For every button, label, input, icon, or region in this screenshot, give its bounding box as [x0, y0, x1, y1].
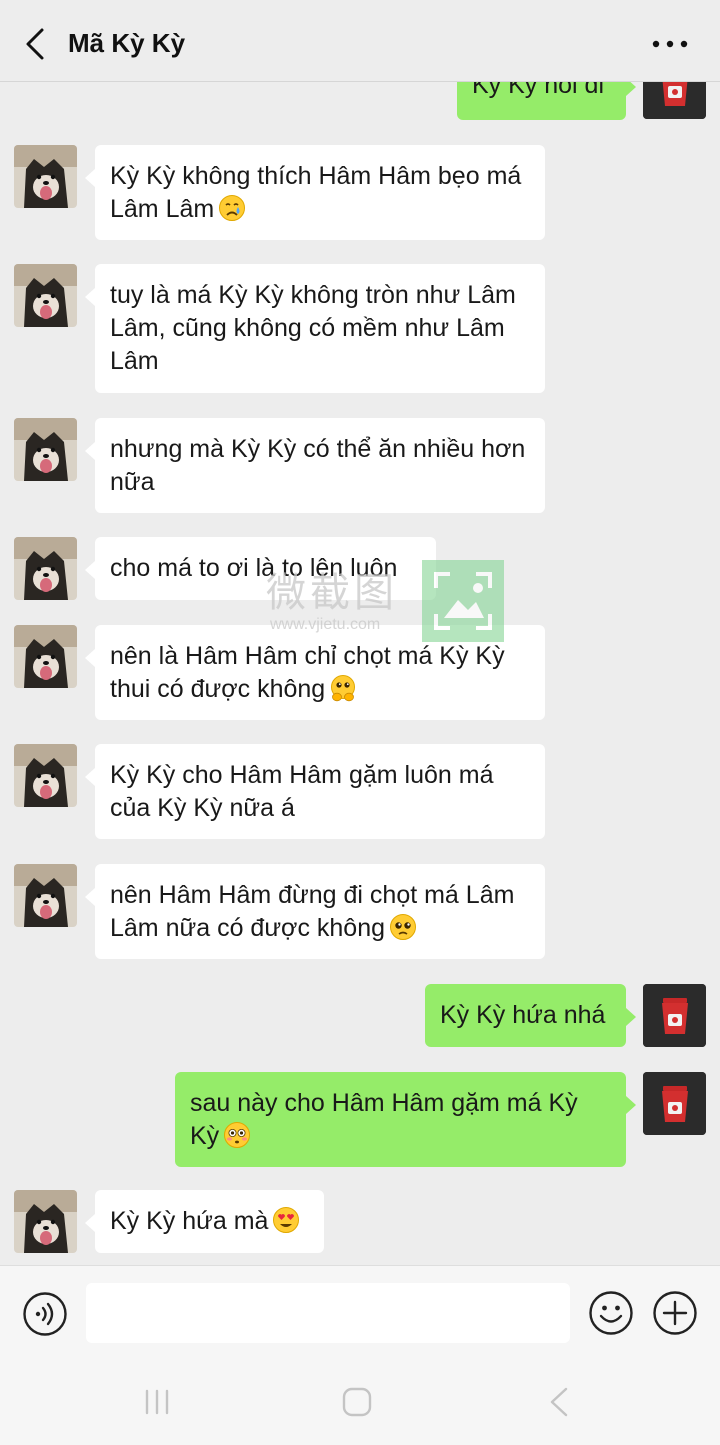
chat-header: Mã Kỳ Kỳ — [0, 0, 720, 82]
avatar-contact[interactable] — [14, 744, 77, 807]
avatar-contact[interactable] — [14, 864, 77, 927]
message-text: nên là Hâm Hâm chỉ chọt má Kỳ Kỳ thui có… — [110, 642, 505, 703]
crying-face-icon — [219, 195, 246, 221]
recent-apps-icon[interactable] — [140, 1387, 174, 1417]
input-bar — [0, 1265, 720, 1361]
message-bubble-outgoing[interactable]: sau này cho Hâm Hâm gặm má Kỳ Kỳ — [175, 1072, 636, 1167]
avatar-self[interactable] — [643, 82, 706, 119]
nav-back-icon[interactable] — [546, 1385, 572, 1419]
message-text: nên Hâm Hâm đừng đi chọt má Lâm Lâm nữa … — [110, 881, 515, 942]
avatar-contact[interactable] — [14, 418, 77, 481]
message-bubble-incoming[interactable]: cho má to ơi là to lên luôn — [85, 537, 436, 600]
message-text: cho má to ơi là to lên luôn — [110, 554, 398, 582]
avatar-self[interactable] — [643, 1072, 706, 1135]
message-bubble-incoming[interactable]: nhưng mà Kỳ Kỳ có thể ăn nhiều hơn nữa — [85, 418, 545, 513]
message-text: Kỳ Kỳ không thích Hâm Hâm bẹo má Lâm Lâm — [110, 162, 522, 223]
avatar-contact[interactable] — [14, 537, 77, 600]
message-text: tuy là má Kỳ Kỳ không tròn như Lâm Lâm, … — [110, 281, 516, 375]
message-input[interactable] — [86, 1283, 570, 1343]
more-functions-plus-icon[interactable] — [652, 1290, 698, 1336]
message-bubble-outgoing[interactable]: Kỳ Kỳ hứa nhá — [425, 984, 636, 1047]
message-bubble-incoming[interactable]: Kỳ Kỳ không thích Hâm Hâm bẹo má Lâm Lâm — [85, 145, 545, 240]
heart-eyes-face-icon — [273, 1207, 300, 1233]
chat-title: Mã Kỳ Kỳ — [68, 28, 186, 58]
message-bubble-incoming[interactable]: Kỳ Kỳ hứa mà — [85, 1190, 324, 1253]
message-bubble-incoming[interactable]: nên Hâm Hâm đừng đi chọt má Lâm Lâm nữa … — [85, 864, 545, 959]
avatar-self[interactable] — [643, 984, 706, 1047]
message-text: Kỳ Kỳ cho Hâm Hâm gặm luôn má của Kỳ Kỳ … — [110, 761, 494, 822]
message-text: nhưng mà Kỳ Kỳ có thể ăn nhiều hơn nữa — [110, 435, 526, 496]
system-nav-bar — [0, 1361, 720, 1445]
avatar-contact[interactable] — [14, 145, 77, 208]
avatar-contact[interactable] — [14, 264, 77, 327]
pleading-hands-face-icon — [331, 675, 356, 702]
message-text: Kỳ Kỳ hứa nhá — [440, 1001, 606, 1029]
avatar-contact[interactable] — [14, 1190, 77, 1253]
pleading-face-icon — [390, 914, 417, 940]
flushed-face-icon — [224, 1122, 251, 1148]
home-icon[interactable] — [340, 1385, 374, 1419]
emoji-picker-icon[interactable] — [588, 1290, 634, 1336]
message-bubble-outgoing[interactable]: Kỳ Kỳ nói đi — [457, 82, 636, 120]
message-text: Kỳ Kỳ hứa mà — [110, 1207, 269, 1235]
message-bubble-incoming[interactable]: nên là Hâm Hâm chỉ chọt má Kỳ Kỳ thui có… — [85, 625, 545, 720]
back-arrow-icon[interactable] — [20, 26, 54, 62]
voice-input-icon[interactable] — [22, 1291, 68, 1337]
message-bubble-incoming[interactable]: tuy là má Kỳ Kỳ không tròn như Lâm Lâm, … — [85, 264, 545, 393]
message-bubble-incoming[interactable]: Kỳ Kỳ cho Hâm Hâm gặm luôn má của Kỳ Kỳ … — [85, 744, 545, 839]
avatar-contact[interactable] — [14, 625, 77, 688]
message-text: Kỳ Kỳ nói đi — [472, 82, 605, 99]
message-list[interactable]: Kỳ Kỳ nói đi Kỳ Kỳ không thích Hâm Hâm b… — [0, 82, 720, 1265]
more-options-icon[interactable] — [650, 30, 690, 58]
